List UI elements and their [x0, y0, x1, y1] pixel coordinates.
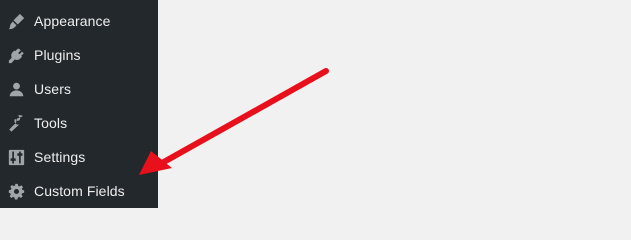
- menu-item-users[interactable]: Users: [0, 72, 158, 106]
- menu-item-label: Plugins: [34, 47, 81, 63]
- menu-item-plugins[interactable]: Plugins: [0, 38, 158, 72]
- menu-item-appearance[interactable]: Appearance: [0, 4, 158, 38]
- paintbrush-icon: [7, 12, 25, 30]
- admin-sidebar-menu: Appearance Plugins Users Tools Settings …: [0, 0, 158, 208]
- wrench-icon: [7, 114, 25, 132]
- menu-item-label: Settings: [34, 149, 86, 165]
- main-content-area: [158, 0, 631, 208]
- menu-item-settings[interactable]: Settings: [0, 140, 158, 174]
- gear-icon: [7, 182, 25, 200]
- menu-item-custom-fields[interactable]: Custom Fields: [0, 174, 158, 208]
- menu-item-label: Tools: [34, 115, 68, 131]
- user-icon: [7, 80, 25, 98]
- menu-item-label: Appearance: [34, 13, 111, 29]
- menu-item-tools[interactable]: Tools: [0, 106, 158, 140]
- menu-item-label: Users: [34, 81, 72, 97]
- settings-sliders-icon: [7, 148, 25, 166]
- menu-item-label: Custom Fields: [34, 183, 125, 199]
- plug-icon: [7, 46, 25, 64]
